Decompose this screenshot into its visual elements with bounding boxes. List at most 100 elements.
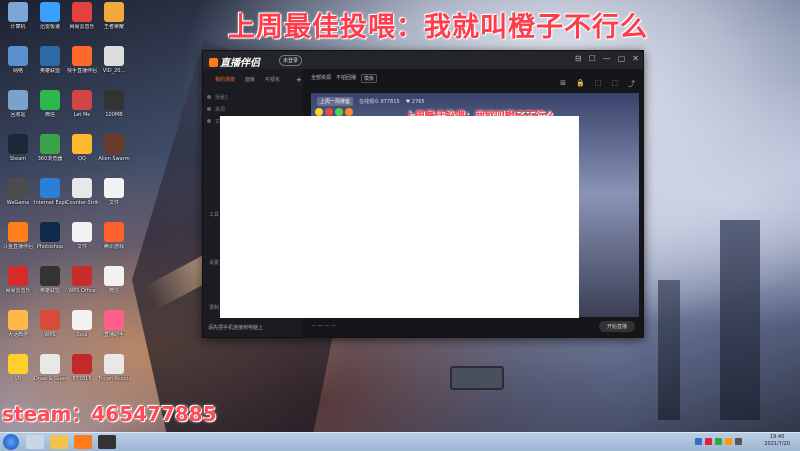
desktop-icon-label: Soul <box>76 332 88 338</box>
taskbar: 19:40 2021/7/20 <box>0 432 800 451</box>
wallpaper-bracelet <box>450 366 504 390</box>
desktop-icon[interactable]: 网络 <box>2 46 34 74</box>
tray-app-icon[interactable] <box>725 438 732 445</box>
desktop-icon[interactable]: 英雄联盟 <box>34 46 66 74</box>
desktop-icon[interactable]: 网易云音乐 <box>66 2 98 30</box>
desktop-icon[interactable]: VID_20... <box>98 46 130 74</box>
desktop-icon[interactable]: 文件 <box>66 222 98 250</box>
desktop-icon-label: 王者荣耀 <box>103 24 124 30</box>
window-icon[interactable]: ⬚ <box>611 79 618 89</box>
desktop-icon[interactable]: WPS Office <box>66 266 98 294</box>
phone-connect-hint: 请先把手机连接到电脑上 <box>208 325 264 331</box>
system-tray <box>695 438 742 445</box>
desktop-icon-label: 回收站 <box>10 112 26 118</box>
toolbar-template[interactable]: 模板 <box>361 74 378 83</box>
desktop-icon[interactable]: 腾讯游戏 <box>98 222 130 250</box>
app-icon <box>40 266 60 286</box>
layout-icon[interactable]: ⊞ <box>560 79 566 89</box>
start-button[interactable] <box>3 434 19 450</box>
weekly-rank-button[interactable]: 上周一周排座 <box>317 97 354 106</box>
desktop-icon[interactable]: 微信 <box>98 266 130 294</box>
desktop-icon[interactable]: Counter-Strike Global Off <box>66 178 98 206</box>
desktop-icon[interactable]: 回收站 <box>2 90 34 118</box>
skin-icon[interactable]: ☐ <box>589 54 596 64</box>
desktop-icon[interactable]: 微信 <box>34 90 66 118</box>
app-titlebar[interactable]: 直播伴侣 未登录 ⊟ ☐ — ▢ ✕ <box>203 51 643 69</box>
desktop-icon[interactable]: 快手直播伴侣 <box>66 46 98 74</box>
desktop-icon[interactable]: Alien Swarm <box>98 134 130 162</box>
app-icon <box>8 46 28 66</box>
desktop-icon[interactable]: 100MB <box>98 90 130 118</box>
desktop-icon[interactable]: 大话西游 <box>2 310 34 338</box>
tray-app-icon[interactable] <box>705 438 712 445</box>
desktop-icon[interactable]: 斗鱼直播伴侣 <box>2 222 34 250</box>
wallpaper-tower <box>720 220 760 420</box>
record-label[interactable]: 录制 <box>209 304 219 311</box>
desktop-icon[interactable]: Draw & Guess <box>34 354 66 382</box>
eye-icon[interactable] <box>207 119 211 123</box>
desktop-icon[interactable]: 迅雷极速 <box>34 2 66 30</box>
add-tab-button[interactable]: + <box>296 76 302 84</box>
tray-app-icon[interactable] <box>715 438 722 445</box>
desktop-icon[interactable]: QQ <box>66 134 98 162</box>
login-badge[interactable]: 未登录 <box>279 55 303 66</box>
taskbar-app-stream-icon[interactable] <box>74 435 92 449</box>
maximize-icon[interactable]: ▢ <box>618 54 626 64</box>
tab-visual[interactable]: 可视化 <box>265 76 280 84</box>
tab-panel[interactable]: 面板 <box>245 76 255 84</box>
toolbar-all-sources[interactable]: 全部资源 <box>311 74 331 83</box>
share-icon[interactable]: ⤴ <box>628 79 635 89</box>
viewer-count: 在线观众 877815 <box>359 99 400 105</box>
tab-scenes[interactable]: 我的场景 <box>215 76 235 84</box>
tray-volume-icon[interactable] <box>735 438 742 445</box>
lock-icon[interactable]: 🔒 <box>576 79 585 89</box>
desktop-icon[interactable]: 360浏览器 <box>34 134 66 162</box>
desktop-icons: 计算机 迅雷极速 网易云音乐 王者荣耀 网络 英雄联盟 快手直播伴侣 VID_20... 回收站… <box>0 0 130 430</box>
desktop-icon-label: Photoshop <box>36 244 64 250</box>
tray-network-icon[interactable] <box>695 438 702 445</box>
clock-date: 2021/7/20 <box>764 441 790 447</box>
desktop-icon[interactable]: Let Me <box>66 90 98 118</box>
start-live-button[interactable]: 开始直播 <box>598 320 635 332</box>
logo-icon <box>209 58 218 67</box>
settings-label[interactable]: 设置 <box>209 259 219 266</box>
desktop-icon[interactable]: Internet Explorer <box>34 178 66 206</box>
desktop-icon[interactable]: 文件 <box>98 178 130 206</box>
desktop-icon[interactable]: WeGame <box>2 178 34 206</box>
desktop-icon-label: Steam <box>9 156 27 162</box>
taskbar-app-game-icon[interactable] <box>98 435 116 449</box>
desktop-icon-label: WeGame <box>6 200 30 206</box>
blank-popup-window[interactable] <box>220 116 579 318</box>
source-item[interactable]: 来源 <box>207 103 299 115</box>
source-label: 来源 <box>215 106 226 113</box>
window-controls: ⊟ ☐ — ▢ ✕ <box>575 54 639 64</box>
close-icon[interactable]: ✕ <box>632 54 639 64</box>
app-icon <box>104 354 124 374</box>
desktop-icon[interactable]: Photoshop <box>34 222 66 250</box>
app-icon <box>104 134 124 154</box>
desktop-icon[interactable]: 877815 <box>66 354 98 382</box>
eye-icon[interactable] <box>207 95 211 99</box>
toolbar-no-replay[interactable]: 不拍回播 <box>336 74 356 83</box>
desktop-icon[interactable]: WPS <box>34 310 66 338</box>
desktop-icon[interactable]: 直播助手 <box>98 310 130 338</box>
taskbar-app-ie-icon[interactable] <box>26 435 44 449</box>
desktop-icon[interactable]: VR <box>2 354 34 382</box>
settings-icon[interactable]: ⊟ <box>575 54 582 64</box>
desktop-icon[interactable]: Steam <box>2 134 34 162</box>
desktop-icon[interactable]: Trojan Accurate <box>98 354 130 382</box>
source-item[interactable]: 场景1 <box>207 91 299 103</box>
desktop-icon[interactable]: 计算机 <box>2 2 34 30</box>
desktop-icon[interactable]: 英雄联盟 <box>34 266 66 294</box>
desktop-icon[interactable]: Soul <box>66 310 98 338</box>
eye-icon[interactable] <box>207 107 211 111</box>
taskbar-clock[interactable]: 19:40 2021/7/20 <box>764 434 790 448</box>
minimize-icon[interactable]: — <box>603 54 611 64</box>
tools-label[interactable]: 工具 <box>209 211 219 218</box>
desktop-icon[interactable]: 网易云音乐 <box>2 266 34 294</box>
desktop-icon[interactable]: 王者荣耀 <box>98 2 130 30</box>
desktop-icon-label: WPS <box>44 332 56 338</box>
screen-icon[interactable]: ⬚ <box>595 79 602 89</box>
app-icon <box>104 90 124 110</box>
taskbar-app-folder-icon[interactable] <box>50 435 68 449</box>
